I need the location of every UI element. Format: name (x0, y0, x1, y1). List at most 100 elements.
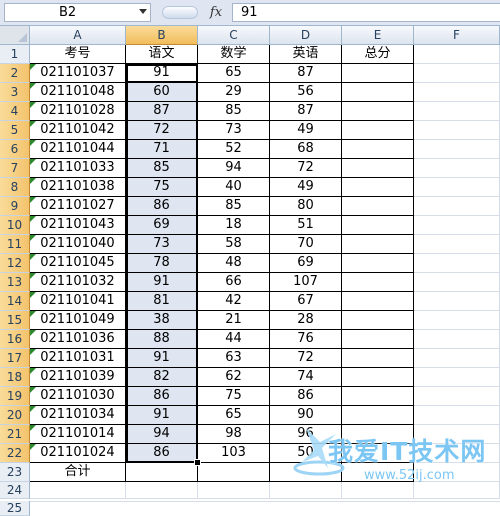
table-cell[interactable] (342, 387, 414, 406)
column-header-e[interactable]: E (342, 26, 414, 45)
table-cell[interactable]: 18 (198, 216, 270, 235)
row-header[interactable]: 5 (0, 121, 30, 140)
table-cell[interactable] (414, 330, 500, 349)
table-cell[interactable] (342, 216, 414, 235)
table-cell[interactable]: 72 (126, 121, 198, 140)
table-cell[interactable]: 021101037 (30, 64, 126, 83)
table-cell[interactable]: 81 (126, 292, 198, 311)
table-cell[interactable]: 86 (126, 197, 198, 216)
table-cell[interactable]: 103 (198, 444, 270, 463)
table-cell[interactable]: 021101048 (30, 83, 126, 102)
table-cell[interactable]: 021101042 (30, 121, 126, 140)
table-cell[interactable] (342, 178, 414, 197)
table-cell[interactable] (342, 368, 414, 387)
table-cell[interactable] (414, 311, 500, 330)
table-cell[interactable]: 021101036 (30, 330, 126, 349)
row-header[interactable]: 22 (0, 444, 30, 463)
table-cell[interactable] (414, 216, 500, 235)
table-cell[interactable]: 91 (126, 64, 198, 83)
column-header-c[interactable]: C (198, 26, 270, 45)
table-cell[interactable]: 74 (270, 368, 342, 387)
table-cell[interactable]: 91 (126, 273, 198, 292)
row-header[interactable]: 2 (0, 64, 30, 83)
table-cell[interactable]: 69 (270, 254, 342, 273)
table-cell[interactable]: 021101040 (30, 235, 126, 254)
table-cell[interactable] (270, 501, 342, 502)
table-cell[interactable]: 94 (198, 159, 270, 178)
table-cell[interactable] (342, 121, 414, 140)
table-cell[interactable]: 021101034 (30, 406, 126, 425)
table-cell[interactable] (414, 83, 500, 102)
table-cell[interactable] (414, 349, 500, 368)
table-cell[interactable] (414, 368, 500, 387)
table-cell[interactable]: 42 (198, 292, 270, 311)
table-cell[interactable] (342, 64, 414, 83)
row-header[interactable]: 15 (0, 311, 30, 330)
table-cell[interactable] (342, 330, 414, 349)
table-cell[interactable]: 44 (198, 330, 270, 349)
column-header-f[interactable]: F (414, 26, 500, 45)
table-cell[interactable]: 021101014 (30, 425, 126, 444)
table-cell[interactable] (198, 463, 270, 482)
header-cell[interactable]: 总分 (342, 45, 414, 64)
table-cell[interactable] (342, 292, 414, 311)
table-cell[interactable]: 86 (270, 387, 342, 406)
row-header[interactable]: 25 (0, 501, 30, 516)
table-cell[interactable]: 65 (198, 406, 270, 425)
table-cell[interactable] (342, 83, 414, 102)
table-cell[interactable]: 49 (270, 121, 342, 140)
table-cell[interactable] (414, 235, 500, 254)
row-header[interactable]: 20 (0, 406, 30, 425)
table-cell[interactable]: 87 (126, 102, 198, 121)
table-cell[interactable]: 021101041 (30, 292, 126, 311)
table-cell[interactable]: 021101039 (30, 368, 126, 387)
table-cell[interactable]: 021101044 (30, 140, 126, 159)
row-header[interactable]: 16 (0, 330, 30, 349)
table-cell[interactable]: 88 (126, 330, 198, 349)
table-cell[interactable] (414, 254, 500, 273)
table-cell[interactable]: 85 (126, 159, 198, 178)
table-cell[interactable]: 65 (198, 64, 270, 83)
row-header[interactable]: 1 (0, 45, 30, 64)
table-cell[interactable]: 021101043 (30, 216, 126, 235)
row-header[interactable]: 11 (0, 235, 30, 254)
table-cell[interactable] (30, 482, 126, 499)
table-cell[interactable]: 合计 (30, 463, 126, 482)
table-cell[interactable] (126, 501, 198, 502)
row-header[interactable]: 6 (0, 140, 30, 159)
table-cell[interactable]: 76 (270, 330, 342, 349)
insert-function-icon[interactable]: fx (205, 3, 227, 22)
table-cell[interactable] (198, 482, 270, 499)
table-cell[interactable] (414, 197, 500, 216)
table-cell[interactable]: 68 (270, 140, 342, 159)
table-cell[interactable]: 91 (126, 349, 198, 368)
fill-handle[interactable] (194, 459, 201, 466)
table-cell[interactable]: 75 (126, 178, 198, 197)
row-header[interactable]: 18 (0, 368, 30, 387)
select-all-corner[interactable] (0, 26, 30, 45)
table-cell[interactable]: 85 (198, 197, 270, 216)
table-cell[interactable]: 82 (126, 368, 198, 387)
table-cell[interactable] (414, 178, 500, 197)
table-cell[interactable]: 70 (270, 235, 342, 254)
table-cell[interactable]: 021101032 (30, 273, 126, 292)
table-cell[interactable] (414, 159, 500, 178)
table-cell[interactable]: 67 (270, 292, 342, 311)
table-cell[interactable]: 48 (198, 254, 270, 273)
header-cell[interactable] (414, 45, 500, 64)
table-cell[interactable] (414, 102, 500, 121)
table-cell[interactable]: 28 (270, 311, 342, 330)
row-header[interactable]: 12 (0, 254, 30, 273)
formula-bar-splitter[interactable] (162, 6, 198, 19)
table-cell[interactable]: 49 (270, 178, 342, 197)
header-cell[interactable]: 考号 (30, 45, 126, 64)
table-cell[interactable]: 72 (270, 159, 342, 178)
table-cell[interactable]: 51 (270, 216, 342, 235)
table-cell[interactable]: 52 (198, 140, 270, 159)
table-cell[interactable] (342, 501, 414, 502)
table-cell[interactable]: 72 (270, 349, 342, 368)
table-cell[interactable]: 75 (198, 387, 270, 406)
header-cell[interactable]: 语文 (126, 45, 198, 64)
table-cell[interactable] (342, 102, 414, 121)
row-header[interactable]: 9 (0, 197, 30, 216)
